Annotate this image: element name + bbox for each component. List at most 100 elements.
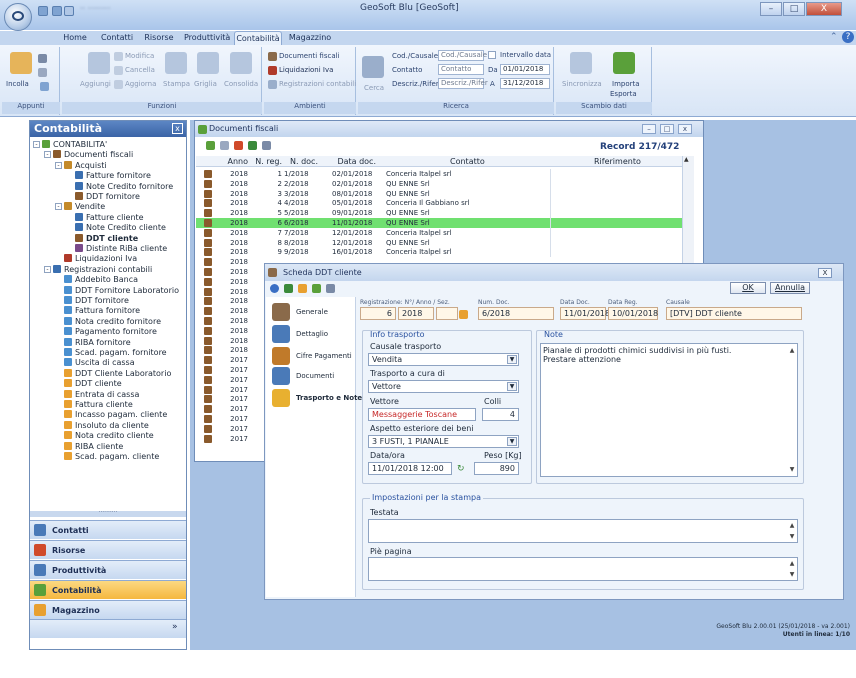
ribbon-minimize-icon[interactable]: ⌃ [830, 32, 838, 42]
undo-icon[interactable] [52, 6, 62, 16]
help-icon[interactable]: ? [842, 31, 854, 43]
registrazioni-button[interactable]: Registrazioni contabili [279, 80, 356, 88]
tree-item[interactable]: DDT fornitore [64, 296, 129, 306]
close-button[interactable]: X [806, 2, 842, 16]
nav-more-icon[interactable]: » [172, 622, 178, 632]
num-doc-field[interactable]: 6/2018 [478, 307, 554, 320]
export-button[interactable]: Esporta [610, 90, 637, 98]
tree-expander-icon[interactable]: - [33, 141, 40, 148]
paste-button[interactable]: Incolla [6, 80, 29, 88]
pane-splitter[interactable]: ·········· [30, 510, 186, 517]
scheda-print-icon[interactable] [326, 284, 335, 293]
table-row[interactable]: 2018 7 7/2018 12/01/2018 Conceria Italpel sr… [196, 228, 682, 238]
documenti-fiscali-button[interactable]: Documenti fiscali [279, 52, 340, 60]
tree-expander-icon[interactable]: - [55, 162, 62, 169]
nav-button-produttivit[interactable]: Produttività [30, 560, 186, 579]
scheda-nav-item[interactable]: Cifre Pagamenti [270, 345, 352, 367]
scheda-refresh-icon[interactable] [284, 284, 293, 293]
cut-icon[interactable] [38, 54, 47, 63]
scheda-nav-item[interactable]: Documenti [270, 365, 334, 387]
tree-item[interactable]: Vendite [64, 202, 105, 212]
delete-record-icon[interactable] [234, 141, 243, 150]
documents-restore-button[interactable]: □ [660, 124, 674, 134]
info-icon[interactable] [270, 284, 279, 293]
data-doc-field[interactable]: 11/01/2018 [560, 307, 610, 320]
navigation-pane-close-button[interactable]: x [172, 123, 183, 134]
causale-field[interactable]: [DTV] DDT cliente [666, 307, 802, 320]
column-data[interactable]: Data doc. [336, 156, 376, 167]
testata-scroll-down-icon[interactable]: ▼ [788, 532, 796, 541]
table-row[interactable]: 2018 4 4/2018 05/01/2018 Conceria Il Gabbian… [196, 198, 682, 208]
table-row[interactable]: 2018 2 2/2018 02/01/2018 QU ENNE Srl [196, 179, 682, 189]
table-row[interactable]: 2018 5 5/2018 09/01/2018 QU ENNE Srl [196, 208, 682, 218]
intervallo-checkbox[interactable] [488, 51, 496, 59]
tree-item[interactable]: Entrata di cassa [64, 390, 139, 400]
tree-item[interactable]: Uscita di cassa [64, 358, 135, 368]
reg-num-field[interactable]: 6 [360, 307, 396, 320]
column-contatto[interactable]: Contatto [450, 156, 490, 167]
tree-item[interactable]: Distinte RiBa cliente [75, 244, 167, 254]
tree-item[interactable]: Fattura cliente [64, 400, 133, 410]
scroll-up-icon[interactable]: ▲ [684, 156, 689, 163]
tree-item[interactable]: Fattura fornitore [64, 306, 140, 316]
format-painter-icon[interactable] [40, 82, 49, 91]
tree-item[interactable]: DDT fornitore [75, 192, 140, 202]
refresh-date-icon[interactable]: ↻ [457, 464, 465, 474]
refresh-button[interactable]: Aggiorna [125, 80, 156, 88]
sync-button[interactable]: Sincronizza [562, 80, 602, 88]
peso-field[interactable]: 890 [474, 462, 519, 475]
quick-access-dropdown-icon[interactable] [64, 6, 74, 16]
tab-risorse[interactable]: Risorse [142, 31, 176, 45]
copy-icon[interactable] [38, 68, 47, 77]
tree-item[interactable]: DDT cliente [64, 379, 122, 389]
tab-contatti[interactable]: Contatti [100, 31, 134, 45]
colli-field[interactable]: 4 [482, 408, 519, 421]
scheda-nav-item[interactable]: Dettaglio [270, 323, 328, 345]
tree-item[interactable]: Note Credito cliente [75, 223, 166, 233]
column-riferimento[interactable]: Riferimento [594, 156, 654, 167]
refresh-record-icon[interactable] [248, 141, 257, 150]
tree-expander-icon[interactable]: - [55, 203, 62, 210]
tree-item[interactable]: RIBA fornitore [64, 338, 131, 348]
tree-item[interactable]: Documenti fiscali [53, 150, 133, 160]
scheda-nav-item[interactable]: Generale [270, 301, 328, 323]
import-button[interactable]: Importa [612, 80, 640, 88]
contatto-input[interactable]: Contatto [438, 64, 484, 75]
documents-minimize-button[interactable]: – [642, 124, 656, 134]
scheda-nav-item[interactable]: Trasporto e Note [270, 387, 362, 409]
chevron-down-icon[interactable]: ▼ [507, 437, 517, 446]
tree-item[interactable]: Nota credito cliente [64, 431, 154, 441]
column-anno[interactable]: Anno [222, 156, 248, 167]
delete-button[interactable]: Cancella [125, 66, 155, 74]
tab-contabilita[interactable]: Contabilità [234, 31, 282, 45]
descriz-input[interactable]: Descriz./Rifer [438, 78, 488, 89]
data-reg-field[interactable]: 10/01/2018 [608, 307, 658, 320]
testata-textarea[interactable]: ▲ ▼ [368, 519, 798, 543]
aspetto-select[interactable]: 3 FUSTI, 1 PIANALE ▼ [368, 435, 519, 448]
add-button[interactable]: Aggiungi [80, 80, 111, 88]
maximize-button[interactable]: □ [783, 2, 805, 16]
chevron-down-icon[interactable]: ▼ [507, 355, 517, 364]
save-icon[interactable] [38, 6, 48, 16]
note-scroll-up-icon[interactable]: ▲ [788, 346, 796, 355]
tree-item[interactable]: Insoluto da cliente [64, 421, 149, 431]
tree-item[interactable]: CONTABILITA' [42, 140, 107, 150]
piepagina-scroll-up-icon[interactable]: ▲ [788, 559, 796, 568]
print-record-icon[interactable] [262, 141, 271, 150]
documents-close-button[interactable]: x [678, 124, 692, 134]
column-ndoc[interactable]: N. doc. [290, 156, 330, 167]
table-row[interactable]: 2018 1 1/2018 02/01/2018 Conceria Italpel sr… [196, 169, 682, 179]
tree-item[interactable]: Acquisti [64, 161, 107, 171]
edit-button[interactable]: Modifica [125, 52, 154, 60]
tree-item[interactable]: Incasso pagam. cliente [64, 410, 167, 420]
nav-button-contabilit[interactable]: Contabilità [30, 580, 186, 599]
scheda-close-button[interactable]: X [818, 268, 832, 278]
note-scroll-down-icon[interactable]: ▼ [788, 465, 796, 474]
column-nreg[interactable]: N. reg. [250, 156, 282, 167]
tree-item[interactable]: Pagamento fornitore [64, 327, 157, 337]
consolidate-button[interactable]: Consolida [224, 80, 258, 88]
tree-item[interactable]: Note Credito fornitore [75, 182, 173, 192]
testata-scroll-up-icon[interactable]: ▲ [788, 521, 796, 530]
trasporto-cura-select[interactable]: Vettore ▼ [368, 380, 519, 393]
tree-item[interactable]: DDT Cliente Laboratorio [64, 369, 171, 379]
